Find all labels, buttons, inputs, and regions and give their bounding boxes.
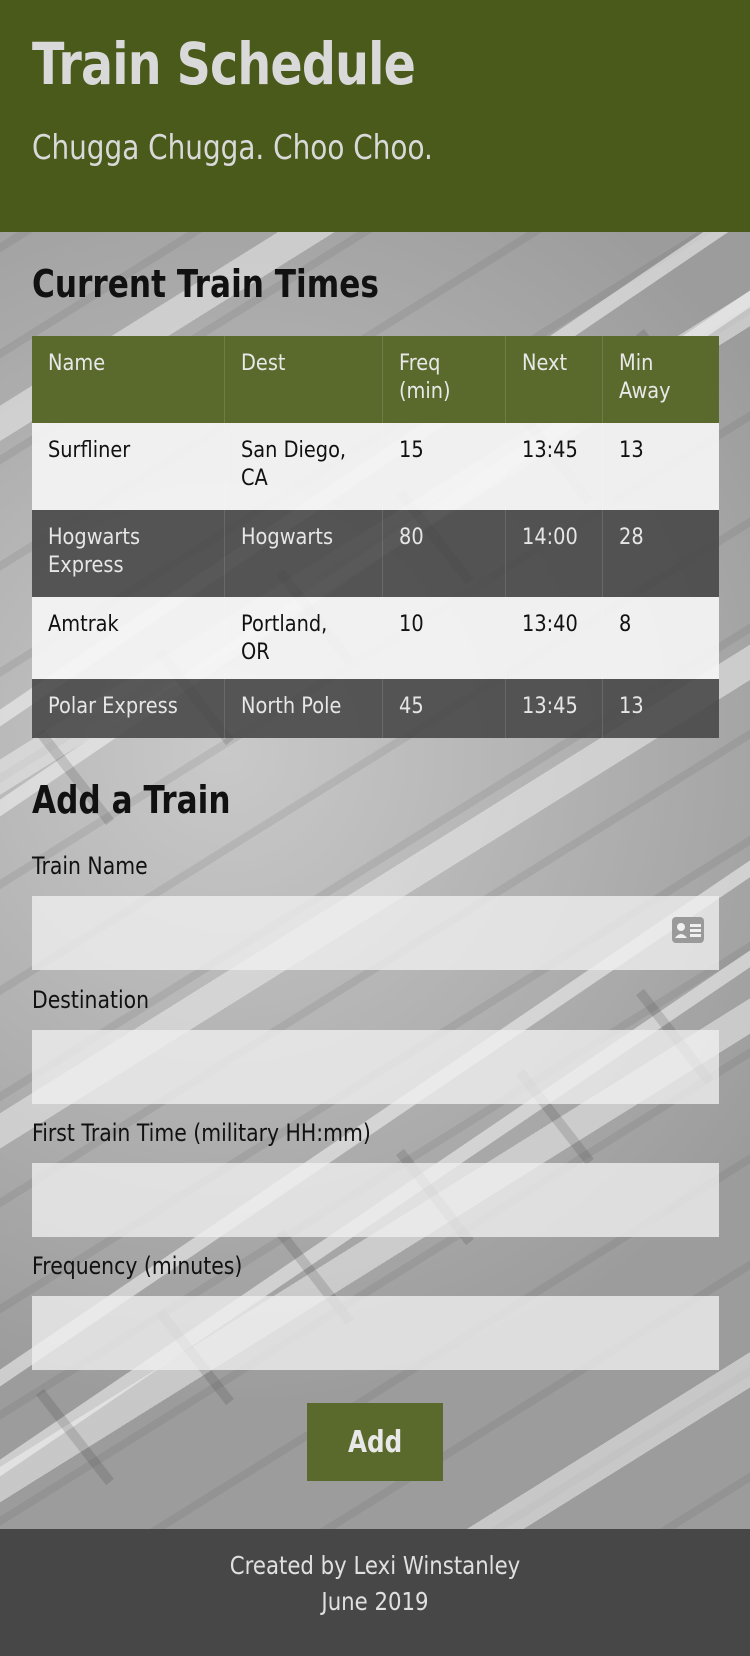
frequency-cell: 15 bbox=[382, 423, 507, 510]
minutes-away-cell: 13 bbox=[618, 694, 644, 719]
frequency-cell: 10 bbox=[382, 597, 507, 679]
train-name-input[interactable] bbox=[32, 896, 719, 970]
table-row: Amtrak Portland, OR 10 13:40 8 bbox=[32, 597, 719, 679]
frequency-cell: 45 bbox=[382, 679, 507, 738]
site-header: Train Schedule Chugga Chugga. Choo Choo. bbox=[0, 0, 750, 232]
minutes-away-cell: 8 bbox=[618, 612, 632, 637]
next-arrival-cell: 13:45 bbox=[505, 679, 603, 738]
first-train-time-input[interactable] bbox=[32, 1163, 719, 1237]
next-arrival-cell: 13:40 bbox=[505, 597, 603, 679]
schedule-section-title: Current Train Times bbox=[32, 262, 379, 306]
destination-label: Destination bbox=[32, 986, 150, 1014]
table-row: Polar Express North Pole 45 13:45 13 bbox=[32, 679, 719, 738]
minutes-away-cell: 28 bbox=[618, 525, 644, 550]
add-train-button[interactable]: Add bbox=[307, 1403, 443, 1481]
column-header-min-away: Min Away bbox=[618, 351, 671, 404]
site-footer: Created by Lexi Winstanley June 2019 bbox=[0, 1529, 750, 1656]
train-name-cell: Hogwarts Express bbox=[32, 510, 226, 597]
table-header-row: Name Dest Freq (min) Next Min Away bbox=[32, 336, 719, 423]
first-train-time-label: First Train Time (military HH:mm) bbox=[32, 1119, 371, 1147]
footer-credit: Created by Lexi Winstanley bbox=[229, 1551, 521, 1580]
frequency-cell: 80 bbox=[382, 510, 507, 597]
destination-cell: Hogwarts bbox=[224, 510, 384, 597]
train-name-label: Train Name bbox=[32, 852, 148, 880]
column-header-dest: Dest bbox=[224, 336, 384, 423]
table-row: Hogwarts Express Hogwarts 80 14:00 28 bbox=[32, 510, 719, 597]
column-header-name: Name bbox=[32, 336, 226, 423]
destination-cell: San Diego, CA bbox=[224, 423, 384, 510]
destination-cell: North Pole bbox=[224, 679, 384, 738]
train-name-cell: Amtrak bbox=[32, 597, 226, 679]
frequency-label: Frequency (minutes) bbox=[32, 1252, 243, 1280]
destination-input[interactable] bbox=[32, 1030, 719, 1104]
page-subtitle: Chugga Chugga. Choo Choo. bbox=[32, 128, 433, 168]
next-arrival-cell: 14:00 bbox=[505, 510, 603, 597]
train-schedule-table: Name Dest Freq (min) Next Min Away Surfl… bbox=[32, 336, 719, 738]
next-arrival-cell: 13:45 bbox=[505, 423, 603, 510]
destination-cell: Portland, OR bbox=[224, 597, 384, 679]
train-name-cell: Polar Express bbox=[32, 679, 226, 738]
add-train-section-title: Add a Train bbox=[32, 778, 231, 822]
page-title: Train Schedule bbox=[32, 30, 416, 98]
column-header-next: Next bbox=[505, 336, 603, 423]
frequency-input[interactable] bbox=[32, 1296, 719, 1370]
footer-date: June 2019 bbox=[321, 1587, 429, 1616]
table-row: Surfliner San Diego, CA 15 13:45 13 bbox=[32, 423, 719, 510]
column-header-freq: Freq (min) bbox=[382, 336, 507, 423]
train-name-cell: Surfliner bbox=[32, 423, 226, 510]
minutes-away-cell: 13 bbox=[618, 438, 644, 463]
contact-card-icon[interactable] bbox=[671, 916, 705, 944]
